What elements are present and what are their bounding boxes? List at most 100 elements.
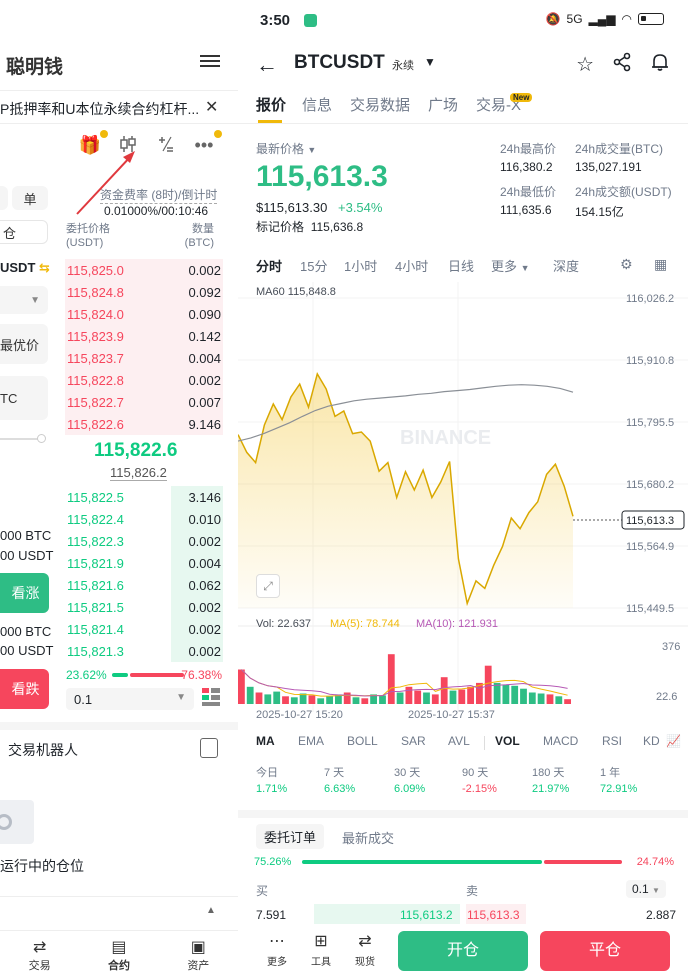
close-position-button[interactable]: 平仓 bbox=[540, 931, 670, 971]
volume-bar bbox=[449, 690, 457, 704]
ask-row[interactable]: 115,822.8 0.002 bbox=[65, 369, 223, 391]
symbol-dropdown-icon[interactable]: ▼ bbox=[424, 55, 436, 69]
ask-row[interactable]: 115,823.7 0.004 bbox=[65, 347, 223, 369]
bid-row[interactable]: 115,821.3 0.002 bbox=[65, 640, 223, 662]
bid-row[interactable]: 115,821.4 0.002 bbox=[65, 618, 223, 640]
volume-bar bbox=[326, 696, 333, 704]
position-mode-button[interactable]: 仓 bbox=[0, 220, 48, 244]
chevron-up-icon[interactable]: ▲ bbox=[206, 905, 216, 916]
orderbook-layout-icon[interactable] bbox=[202, 688, 220, 706]
price-step-select[interactable]: 0.1 ▼ bbox=[66, 688, 194, 710]
ask-row[interactable]: 115,822.6 9.146 bbox=[65, 413, 223, 435]
menu-icon[interactable] bbox=[200, 52, 220, 72]
long-button[interactable]: 看涨 bbox=[0, 573, 49, 613]
tab-trading-data[interactable]: 交易数据 bbox=[350, 94, 410, 115]
tab-latest-trades[interactable]: 最新成交 bbox=[342, 828, 394, 847]
tf-15m[interactable]: 15分 bbox=[300, 256, 327, 275]
chart-settings-icon[interactable]: ⚙ bbox=[620, 256, 633, 273]
nav-assets[interactable]: ▣ 资产 bbox=[187, 931, 209, 973]
status-icons: 🔕 5G ▂▄▆ ◠ bbox=[546, 12, 664, 26]
tf-4h[interactable]: 4小时 bbox=[395, 256, 428, 275]
calculator-icon[interactable] bbox=[154, 134, 178, 156]
ind-kd[interactable]: KD bbox=[643, 734, 660, 748]
tab-underline bbox=[258, 120, 282, 123]
amount-unit-select[interactable]: TC bbox=[0, 376, 48, 420]
book-buy-price: 115,613.2 bbox=[400, 908, 453, 922]
ask-row[interactable]: 115,824.8 0.092 bbox=[65, 281, 223, 303]
bid-row[interactable]: 115,821.9 0.004 bbox=[65, 552, 223, 574]
funding-rate-value: 0.01000%/00:10:46 bbox=[104, 204, 209, 218]
nav-futures[interactable]: ▤ 合约 bbox=[108, 931, 130, 973]
close-icon[interactable]: ✕ bbox=[205, 97, 218, 117]
tools-button[interactable]: ⊞ 工具 bbox=[304, 931, 338, 968]
tf-1d[interactable]: 日线 bbox=[448, 256, 474, 275]
row-price: 115,821.5 bbox=[67, 600, 124, 615]
side-selector[interactable] bbox=[0, 186, 8, 210]
volume-bar bbox=[564, 699, 571, 704]
swap-icon[interactable]: ⇆ bbox=[39, 260, 50, 275]
bell-icon[interactable] bbox=[650, 52, 670, 78]
orderbook-mid-price[interactable]: 115,822.6 bbox=[94, 440, 177, 462]
bid-row[interactable]: 115,822.3 0.002 bbox=[65, 530, 223, 552]
bid-row[interactable]: 115,821.5 0.002 bbox=[65, 596, 223, 618]
nav-trade[interactable]: ⇄ 交易 bbox=[29, 931, 51, 973]
perf-label: 30 天 bbox=[394, 767, 421, 779]
ask-row[interactable]: 115,823.9 0.142 bbox=[65, 325, 223, 347]
ind-ma[interactable]: MA bbox=[256, 734, 275, 748]
price-usd: $115,613.30 bbox=[256, 200, 328, 215]
bid-row[interactable]: 115,822.5 3.146 bbox=[65, 486, 223, 508]
bid-row[interactable]: 115,822.4 0.010 bbox=[65, 508, 223, 530]
tab-square[interactable]: 广场 bbox=[428, 94, 458, 115]
share-icon[interactable] bbox=[612, 52, 632, 78]
grid-layout-icon[interactable]: ▦ bbox=[654, 256, 667, 273]
short-button[interactable]: 看跌 bbox=[0, 669, 49, 709]
order-type-select[interactable]: ▼ bbox=[0, 286, 48, 314]
ask-row[interactable]: 115,825.0 0.002 bbox=[65, 259, 223, 281]
ask-row[interactable]: 115,822.7 0.007 bbox=[65, 391, 223, 413]
ind-sar[interactable]: SAR bbox=[401, 734, 426, 748]
tf-1h[interactable]: 1小时 bbox=[344, 256, 377, 275]
ind-boll[interactable]: BOLL bbox=[347, 734, 378, 748]
trading-bot-label[interactable]: 交易机器人 bbox=[8, 740, 78, 760]
announcement-banner[interactable]: P抵押率和U本位永续合约杠杆... ✕ bbox=[0, 90, 238, 124]
tab-info[interactable]: 信息 bbox=[302, 94, 332, 115]
stat-vol-btc-value: 135,027.191 bbox=[575, 160, 642, 174]
book-step-select[interactable]: 0.1 ▼ bbox=[626, 880, 666, 898]
tab-quote[interactable]: 报价 bbox=[256, 94, 286, 115]
tf-depth[interactable]: 深度 bbox=[553, 256, 579, 275]
symbol-name[interactable]: BTCUSDT bbox=[294, 52, 385, 74]
single-mode-button[interactable]: 单 bbox=[12, 186, 48, 210]
open-position-button[interactable]: 开仓 bbox=[398, 931, 528, 971]
volume-bar bbox=[361, 698, 369, 704]
spot-button[interactable]: ⇄ 现货 bbox=[348, 931, 382, 968]
slider-handle[interactable] bbox=[37, 434, 46, 443]
stat-vol-btc: 24h成交量(BTC) 135,027.191 bbox=[575, 140, 663, 174]
more-button[interactable]: ⋯ 更多 bbox=[260, 931, 294, 968]
ind-rsi[interactable]: RSI bbox=[602, 734, 622, 748]
buy-ratio: 23.62% bbox=[66, 668, 107, 682]
indicator-settings-icon[interactable]: 📈 bbox=[664, 734, 681, 748]
price-chart[interactable]: BINANCE 115,613.3 116,026.2 115,910.8 115,79… bbox=[238, 282, 688, 732]
ind-avl[interactable]: AVL bbox=[448, 734, 470, 748]
ind-macd[interactable]: MACD bbox=[543, 734, 578, 748]
latest-price-label[interactable]: 最新价格 ▼ bbox=[256, 140, 316, 157]
tab-order-book[interactable]: 委托订单 bbox=[256, 824, 325, 849]
ind-ema[interactable]: EMA bbox=[298, 734, 324, 748]
more-icon[interactable]: ••• bbox=[192, 130, 222, 156]
bot-icon[interactable] bbox=[200, 738, 218, 758]
orderbook-price-header: 委托价格 (USDT) bbox=[66, 223, 110, 249]
tf-more[interactable]: 更多 ▼ bbox=[491, 256, 530, 275]
margin-asset[interactable]: USDT ⇆ bbox=[0, 260, 50, 276]
collapse-bar[interactable]: ▲ bbox=[0, 896, 238, 926]
fullscreen-icon[interactable]: ⤢ bbox=[256, 574, 280, 598]
stat-vol-usdt: 24h成交额(USDT) 154.15亿 bbox=[575, 183, 672, 220]
funding-rate-label[interactable]: 资金费率 (8时)/倒计时 bbox=[100, 186, 218, 204]
star-icon[interactable]: ☆ bbox=[576, 52, 594, 78]
ask-row[interactable]: 115,824.0 0.090 bbox=[65, 303, 223, 325]
bid-row[interactable]: 115,821.6 0.062 bbox=[65, 574, 223, 596]
slider-track[interactable] bbox=[0, 438, 42, 440]
ind-vol[interactable]: VOL bbox=[495, 734, 520, 748]
tf-line[interactable]: 分时 bbox=[256, 256, 282, 275]
back-arrow-icon[interactable]: ← bbox=[256, 52, 278, 78]
best-price-input[interactable]: 最优价 bbox=[0, 324, 48, 364]
